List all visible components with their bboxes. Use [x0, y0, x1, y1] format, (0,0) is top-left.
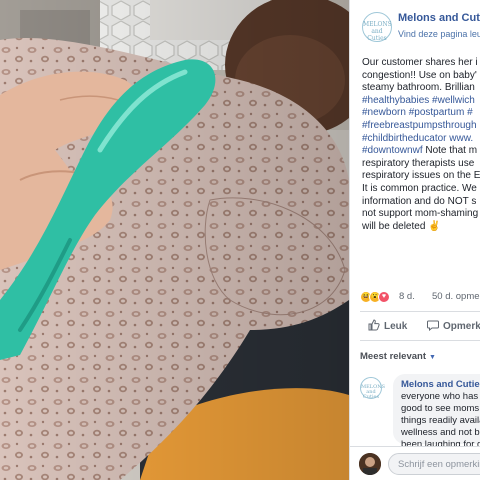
comment-text-line: good to see moms e: [401, 403, 480, 414]
like-button[interactable]: Leuk: [368, 319, 407, 332]
post-age: 8 d.: [399, 291, 415, 302]
comment-item: MELONS and Cuties Melons and Cuties ever…: [360, 374, 480, 450]
comment-icon: [427, 320, 439, 332]
post-text-line: It is common practice. We: [362, 182, 477, 194]
comment-text-line: things readily availa: [401, 415, 480, 426]
post-text-line: information and do NOT s: [362, 195, 477, 207]
write-comment-bar: [350, 446, 480, 480]
hashtag-link[interactable]: #downtownwf: [362, 145, 423, 156]
post-text-line[interactable]: #childbirtheducator www.: [362, 133, 480, 146]
like-label: Leuk: [384, 321, 408, 332]
comment-text-line: wellness and not be: [401, 427, 480, 438]
like-page-link[interactable]: Vind deze pagina leuk: [398, 29, 480, 39]
love-reaction-icon[interactable]: ♥: [378, 291, 390, 303]
comment-bubble: Melons and Cuties everyone who has sl go…: [393, 374, 480, 450]
comment-author-link[interactable]: Melons and Cuties: [401, 379, 480, 391]
post-header: MELONS and Cuties Melons and Cuties Vind…: [360, 10, 480, 44]
post-text-line: steamy bathroom. Brillian: [362, 82, 475, 94]
post-side-panel: MELONS and Cuties Melons and Cuties Vind…: [349, 0, 480, 480]
post-text-line: respiratory issues on the E: [362, 170, 480, 182]
post-text-line[interactable]: #newborn #postpartum #: [362, 107, 480, 120]
page-avatar[interactable]: MELONS and Cuties: [362, 12, 392, 42]
post-text-line: respiratory therapists use: [362, 157, 475, 169]
post-text-line: #downtownwf Note that m: [362, 145, 478, 157]
post-actions: Leuk Opmerk: [360, 316, 480, 338]
comment-label: Opmerk: [443, 321, 480, 332]
comment-text-line: everyone who has sl: [401, 391, 480, 402]
post-text-line[interactable]: #healthybabies #wellwich: [362, 95, 480, 108]
photo-illustration: [0, 0, 349, 480]
current-user-avatar[interactable]: [359, 453, 381, 475]
post-text-line[interactable]: #freebreastpumpsthrough: [362, 120, 480, 133]
post-text-line: Our customer shares her i: [362, 57, 478, 68]
post-text-line: not support mom-shaming: [362, 208, 479, 220]
page-name-link[interactable]: Melons and Cuties: [398, 12, 480, 24]
post-photo[interactable]: [0, 0, 349, 480]
user-photo-icon: [359, 453, 381, 475]
write-comment-input[interactable]: [388, 453, 480, 475]
divider: [360, 340, 480, 341]
sort-label: Meest relevant: [360, 351, 427, 362]
post-text-line: will be deleted ✌: [362, 220, 441, 232]
post-stats: 😆 😮 ♥ 8 d. 50 d. opmer: [360, 289, 480, 305]
comment-sort-dropdown[interactable]: Meest relevant ▼: [360, 351, 436, 362]
post-body-text: Our customer shares her i congestion!! Us…: [362, 57, 480, 233]
divider: [360, 311, 480, 312]
commenter-avatar[interactable]: MELONS and Cuties: [360, 377, 385, 400]
comment-button[interactable]: Opmerk: [427, 319, 480, 332]
thumbs-up-icon: [368, 319, 380, 331]
post-text-line: congestion!! Use on baby': [362, 69, 477, 81]
caret-down-icon: ▼: [429, 354, 436, 361]
comment-count-link[interactable]: 50 d. opmer: [432, 291, 480, 302]
